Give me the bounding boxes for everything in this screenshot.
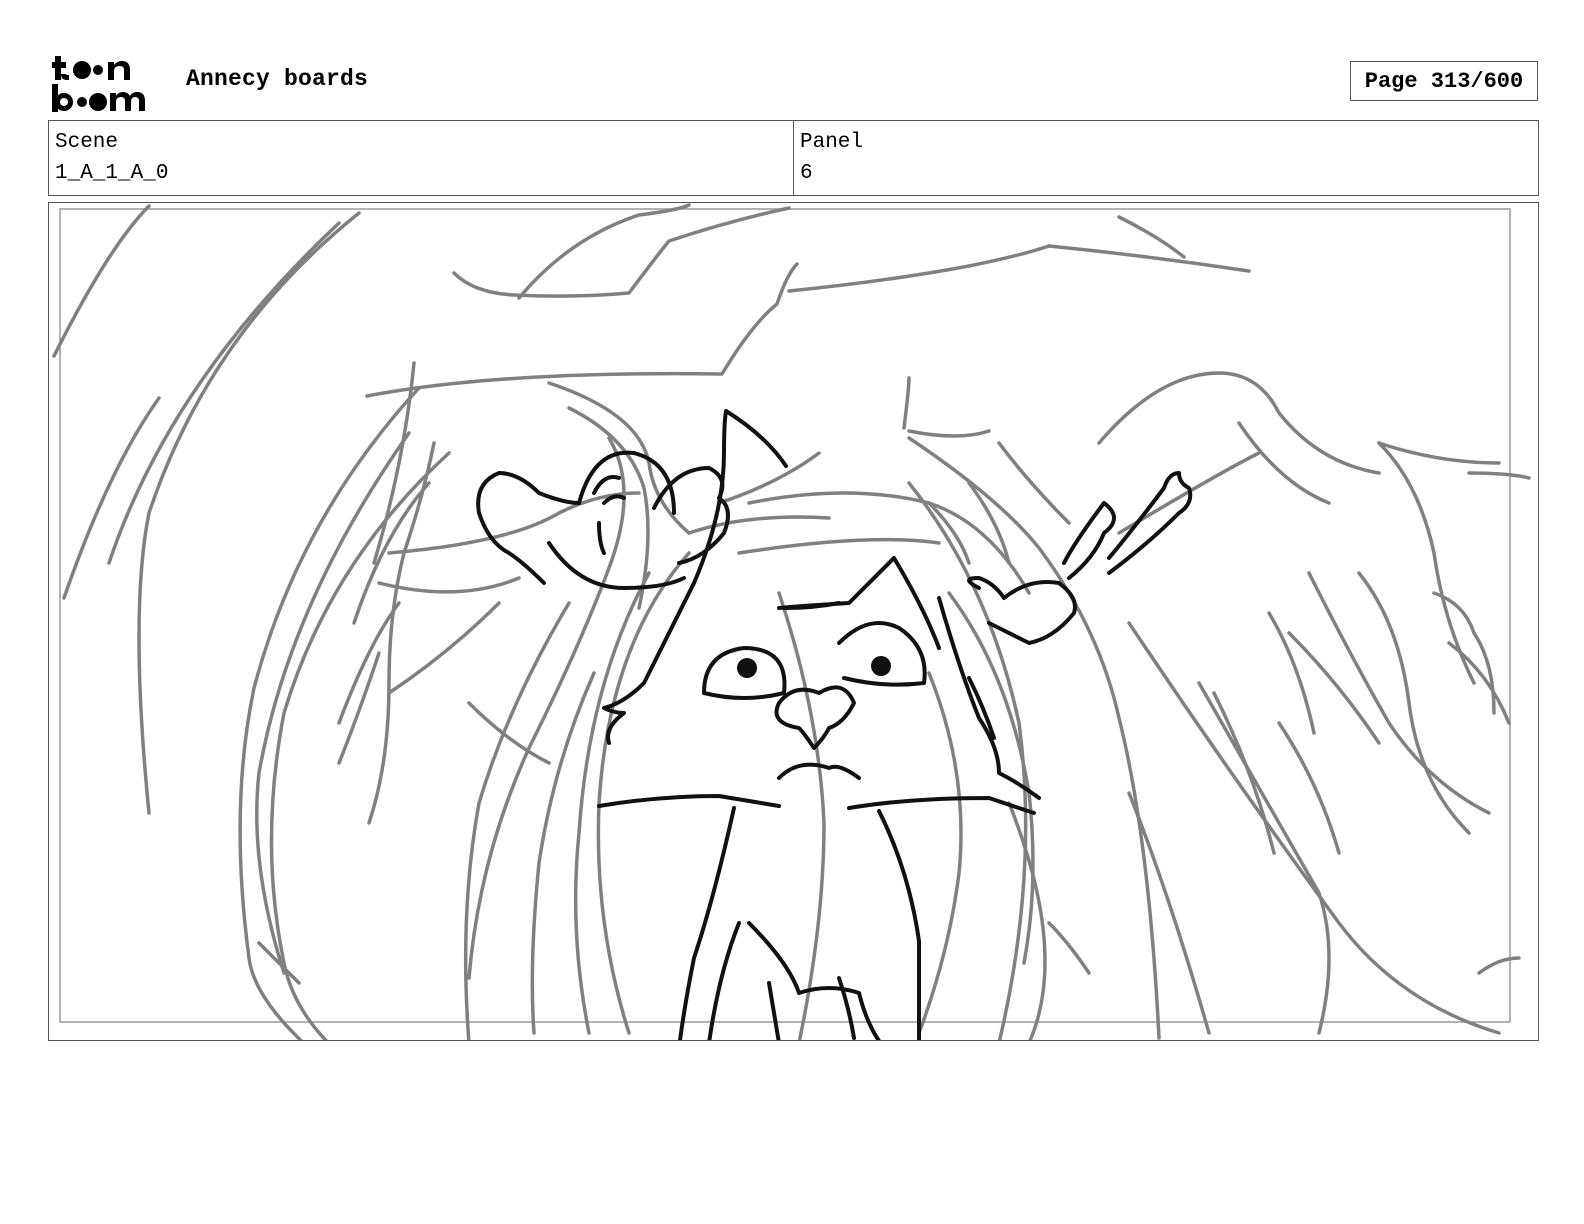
panel-label: Panel — [800, 131, 864, 154]
left-bird-sketch — [476, 450, 730, 590]
panel-value: 6 — [800, 162, 813, 185]
panel-cell: Panel 6 — [793, 121, 1538, 195]
background-sketch — [52, 203, 1531, 1040]
page-indicator: Page 313/600 — [1350, 61, 1538, 101]
panel-sketch — [52, 203, 1531, 1040]
cat-eyes — [737, 656, 891, 678]
right-bird-sketch — [967, 471, 1193, 645]
toon-boom-logo — [52, 56, 145, 112]
storyboard-panel — [48, 202, 1539, 1041]
scene-cell: Scene 1_A_1_A_0 — [49, 121, 793, 195]
scene-value: 1_A_1_A_0 — [55, 162, 169, 185]
scene-label: Scene — [55, 131, 119, 154]
project-title: Annecy boards — [186, 66, 369, 92]
scene-panel-info: Scene 1_A_1_A_0 Panel 6 — [48, 120, 1539, 196]
